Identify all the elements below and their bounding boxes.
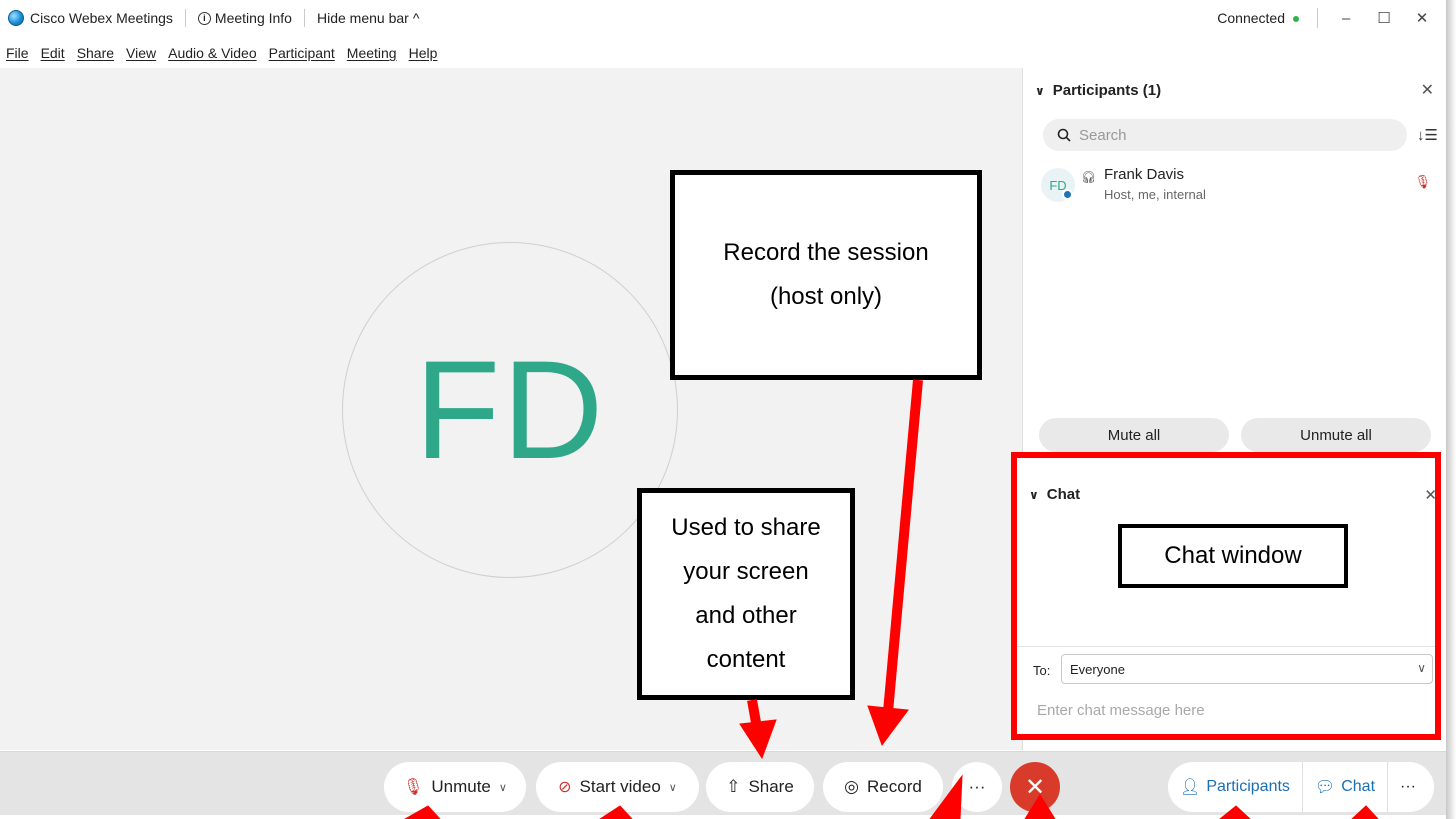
participant-avatar: FD: [1041, 168, 1075, 202]
share-icon: ⇧: [726, 777, 741, 796]
title-bar: Cisco Webex Meetings i Meeting Info Hide…: [0, 0, 1446, 36]
participant-row[interactable]: FD 🎧︎ Frank Davis Host, me, internal 🎙︎: [1041, 166, 1431, 206]
search-placeholder: Search: [1079, 126, 1127, 144]
chat-toggle-label: Chat: [1341, 778, 1376, 795]
record-callout: Record the session (host only): [670, 170, 982, 380]
close-icon[interactable]: ✕: [1421, 80, 1434, 100]
divider: [184, 9, 186, 27]
window-controls: Connected – ☐ ✕: [1217, 0, 1446, 36]
close-window-icon[interactable]: ✕: [1412, 9, 1432, 27]
video-off-icon: ⊘: [558, 779, 572, 796]
chat-bubble-icon: 💬︎: [1314, 779, 1336, 796]
webex-logo-icon: [8, 10, 24, 26]
menu-participant[interactable]: Participant: [269, 45, 335, 61]
meeting-controls-bar: 🎙︎ Unmute ∨ ⊘ Start video ∨ ⇧ Share ◎ Re…: [0, 751, 1446, 815]
divider: [1317, 8, 1318, 28]
unmute-label: Unmute: [431, 777, 491, 796]
record-callout-line-2: (host only): [769, 283, 883, 310]
chevron-down-icon: ∨: [1035, 83, 1045, 98]
share-callout-line-3: and other: [695, 602, 797, 629]
menu-help[interactable]: Help: [409, 45, 438, 61]
share-callout: Used to share your screen and other cont…: [637, 488, 855, 700]
share-callout-line-2: your screen: [683, 558, 809, 585]
panel-toggle-group: 👤︎ Participants 💬︎ Chat ···: [1168, 762, 1434, 812]
menu-meeting[interactable]: Meeting: [347, 45, 397, 61]
headset-icon: 🎧︎: [1081, 170, 1097, 184]
recipient-select[interactable]: Everyone ∨: [1061, 654, 1433, 684]
more-options-button[interactable]: ···: [952, 762, 1002, 812]
leave-meeting-button[interactable]: ✕: [1010, 762, 1060, 812]
info-icon: i: [197, 11, 211, 25]
recipient-value: Everyone: [1070, 661, 1125, 677]
menu-view[interactable]: View: [126, 45, 156, 61]
close-icon: ✕: [1024, 773, 1046, 801]
share-callout-line-1: Used to share: [671, 514, 821, 541]
minimize-icon[interactable]: –: [1336, 10, 1356, 27]
chat-window-callout: Chat window: [1118, 524, 1348, 588]
hide-menu-label: Hide menu bar: [316, 10, 409, 26]
share-callout-line-4: content: [706, 646, 786, 673]
chevron-down-icon: ∨: [1417, 661, 1426, 675]
chevron-down-icon[interactable]: ∨: [669, 781, 677, 794]
muted-mic-icon[interactable]: 🎙︎: [1414, 174, 1431, 190]
hide-menu-bar-button[interactable]: Hide menu bar ^: [317, 10, 419, 26]
chevron-down-icon: ∨: [1029, 487, 1039, 502]
app-name: Cisco Webex Meetings: [30, 10, 173, 26]
status-dot-icon: [1293, 16, 1299, 23]
participants-header[interactable]: ∨ Participants (1): [1035, 82, 1161, 99]
participant-search-input[interactable]: Search: [1043, 119, 1407, 151]
webex-badge-icon: [1062, 189, 1073, 200]
meeting-info-button[interactable]: i Meeting Info: [197, 10, 292, 26]
close-icon[interactable]: ✕: [1424, 486, 1437, 504]
chat-title: Chat: [1046, 486, 1081, 503]
person-icon: 👤︎: [1180, 779, 1201, 796]
unmute-button[interactable]: 🎙︎ Unmute ∨: [384, 762, 526, 812]
participant-role: Host, me, internal: [1104, 187, 1206, 202]
start-video-label: Start video: [579, 777, 661, 796]
unmute-all-button[interactable]: Unmute all: [1241, 418, 1431, 452]
muted-mic-icon: 🎙︎: [403, 779, 424, 796]
chat-panel: ∨ Chat ✕ To: Everyone ∨ Enter chat messa…: [1011, 452, 1441, 740]
chat-header[interactable]: ∨ Chat: [1029, 486, 1080, 503]
mute-all-button[interactable]: Mute all: [1039, 418, 1229, 452]
chat-toggle-button[interactable]: 💬︎ Chat: [1303, 762, 1387, 812]
app-title: Cisco Webex Meetings: [0, 10, 173, 26]
start-video-button[interactable]: ⊘ Start video ∨: [536, 762, 699, 812]
record-icon: ◎: [844, 777, 860, 796]
connection-status: Connected: [1217, 10, 1299, 26]
participants-toggle-button[interactable]: 👤︎ Participants: [1168, 762, 1302, 812]
record-label: Record: [867, 777, 922, 796]
menu-bar: File Edit Share View Audio & Video Parti…: [0, 40, 437, 66]
chat-message-input[interactable]: Enter chat message here: [1037, 702, 1205, 719]
share-label: Share: [748, 777, 794, 796]
divider: [303, 9, 305, 27]
menu-file[interactable]: File: [6, 45, 29, 61]
record-button[interactable]: ◎ Record: [823, 762, 943, 812]
more-icon: ···: [1400, 778, 1416, 795]
chevron-down-icon[interactable]: ∨: [499, 781, 507, 794]
self-avatar: FD: [342, 242, 678, 578]
participant-name: Frank Davis: [1104, 166, 1185, 183]
participants-title: Participants (1): [1052, 82, 1162, 99]
avatar-initials: FD: [414, 331, 606, 488]
chevron-up-icon: ^: [412, 10, 420, 26]
meeting-info-label: Meeting Info: [214, 10, 292, 26]
window-shadow: [1446, 0, 1456, 819]
menu-share[interactable]: Share: [77, 45, 114, 61]
maximize-icon[interactable]: ☐: [1374, 9, 1394, 27]
participants-toggle-label: Participants: [1206, 778, 1290, 795]
menu-audio-video[interactable]: Audio & Video: [168, 45, 256, 61]
more-icon: ···: [968, 777, 986, 796]
sort-icon[interactable]: ↓☰: [1417, 126, 1438, 144]
menu-edit[interactable]: Edit: [41, 45, 65, 61]
record-callout-line-1: Record the session: [723, 239, 929, 266]
divider: [1017, 646, 1435, 647]
panel-more-button[interactable]: ···: [1388, 762, 1428, 812]
share-button[interactable]: ⇧ Share: [706, 762, 814, 812]
search-icon: [1057, 128, 1071, 142]
to-label: To:: [1033, 663, 1051, 678]
